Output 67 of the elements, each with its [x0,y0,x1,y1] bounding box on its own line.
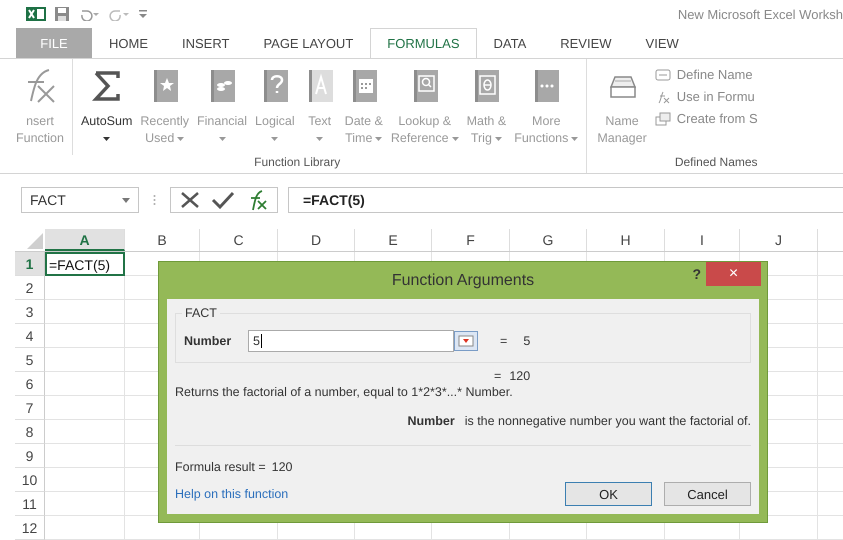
function-result: 120 [509,369,530,383]
formula-result-label: Formula result = [175,460,266,474]
ribbon-tab[interactable]: HOME [92,28,165,58]
grip-icon [153,194,156,206]
help-button[interactable]: ? [692,266,701,282]
column-header[interactable]: C [200,229,278,251]
row-header[interactable]: 6 [15,372,45,396]
save-icon[interactable] [54,6,70,22]
group-label: Function Library [253,155,342,171]
row-header[interactable]: 11 [15,492,45,516]
row-header[interactable]: 10 [15,468,45,492]
column-header[interactable]: A [45,229,125,251]
ribbon-tab[interactable]: DATA [476,28,544,58]
ribbon-button[interactable]: AutoSum [76,59,136,155]
row-header[interactable]: 12 [15,516,45,540]
row-header[interactable]: 8 [15,420,45,444]
copy-icon [654,112,671,126]
equals-sign: = [494,369,502,383]
column-header[interactable]: E [355,229,432,251]
dialog-button[interactable]: Cancel [664,482,751,506]
row-header[interactable]: 5 [15,348,45,372]
column-header[interactable]: B [125,229,200,251]
formula-field[interactable]: =FACT(5) [288,187,843,213]
ribbon-tab[interactable]: INSERT [165,28,246,58]
column-header[interactable]: J [740,229,818,251]
function-name: FACT [182,306,220,320]
equals-sign: = [500,334,508,348]
customize-menu-icon[interactable] [138,8,148,20]
ribbon-tab[interactable]: VIEW [628,28,696,58]
collapse-dialog-icon[interactable] [454,331,478,351]
ribbon-tab[interactable]: REVIEW [543,28,629,58]
cancel-icon[interactable] [179,190,201,210]
ribbon-small-button[interactable]: Define Name [654,67,758,82]
column-header[interactable]: G [510,229,587,251]
label-icon [654,68,671,82]
column-header[interactable]: H [587,229,665,251]
function-description: Returns the factorial of a number, equal to 1*2*3*...* Number. [175,385,514,399]
excel-logo-icon[interactable] [26,6,46,22]
window-title: New Microsoft Excel Worksh [678,6,843,22]
close-button[interactable]: × [706,262,761,286]
dialog-title: Function Arguments [392,272,534,290]
row-header[interactable]: 9 [15,444,45,468]
row-header[interactable]: 1 [15,252,45,276]
formula-result: 120 [272,460,293,474]
enter-check-icon[interactable] [211,190,235,210]
ribbon-tab[interactable]: FORMULAS [370,28,476,58]
row-header[interactable]: 3 [15,300,45,324]
name-box[interactable]: FACT [21,187,139,213]
argument-name: Number [407,414,455,428]
dialog-button[interactable]: OK [565,482,652,506]
argument-value: 5 [523,334,530,348]
argument-description: is the nonnegative number you want the factorial of. [464,414,751,428]
argument-label: Number [184,334,232,348]
group-label: Defined Names [674,155,759,171]
row-header[interactable]: 2 [15,276,45,300]
ribbon-small-button[interactable]: Use in Formu [654,89,758,104]
column-header[interactable]: D [278,229,355,251]
row-header[interactable]: 4 [15,324,45,348]
ribbon-tab[interactable]: PAGE LAYOUT [246,28,370,58]
argument-input[interactable]: 5 [248,330,454,352]
ribbon-small-button[interactable]: Create from S [654,111,758,126]
dropdown-icon [122,198,130,202]
column-header[interactable]: F [432,229,510,251]
help-link[interactable]: Help on this function [175,487,288,501]
row-header[interactable]: 7 [15,396,45,420]
column-header[interactable]: I [665,229,740,251]
table-cell[interactable]: =FACT(5) [45,252,125,276]
